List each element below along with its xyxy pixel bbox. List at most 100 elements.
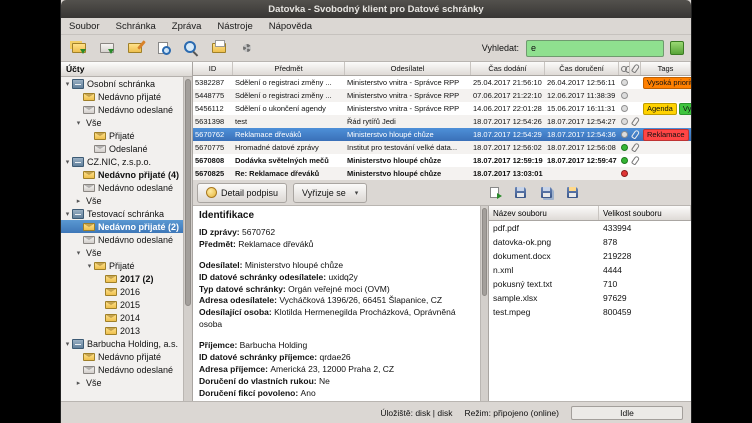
column-header-subject[interactable]: Předmět	[233, 62, 345, 75]
scrollbar-thumb[interactable]	[482, 208, 487, 296]
expander-open-icon[interactable]: ▾	[74, 119, 83, 127]
status-bar: Úložiště: disk | disk Režim: připojeno (…	[61, 401, 691, 423]
sync-all-accounts-button[interactable]	[66, 37, 91, 60]
save-attachment-button[interactable]	[509, 183, 531, 203]
compose-message-button[interactable]	[122, 37, 147, 60]
magnifier-icon	[184, 41, 198, 55]
expander-closed-icon[interactable]: ▸	[74, 379, 83, 387]
tree-item-nedavno-odeslane[interactable]: Nedávno odeslané	[61, 103, 183, 116]
tree-item-nedavno-odeslane[interactable]: Nedávno odeslané	[61, 363, 183, 376]
menu-item-nastroje[interactable]: Nástroje	[209, 18, 260, 34]
message-id: 5456112	[193, 102, 233, 115]
message-row[interactable]: 5382287Sdělení o registraci změny ...Min…	[193, 76, 691, 89]
tree-item-nedavno-odeslane[interactable]: Nedávno odeslané	[61, 233, 183, 246]
attachment-row[interactable]: test.mpeg800459	[489, 305, 691, 319]
expander-closed-icon[interactable]: ▸	[74, 197, 83, 205]
column-header-tags[interactable]: Tags	[641, 62, 691, 75]
clear-search-button[interactable]	[667, 39, 686, 58]
tree-item-odeslane[interactable]: Odeslané	[61, 142, 183, 155]
tree-item-nedavno-odeslane[interactable]: Nedávno odeslané	[61, 181, 183, 194]
attachment-size-column-header[interactable]: Velikost souboru	[599, 206, 691, 220]
expander-open-icon[interactable]: ▾	[63, 158, 72, 166]
download-messages-button[interactable]	[94, 37, 119, 60]
settings-button[interactable]	[234, 37, 259, 60]
menu-item-schranka[interactable]: Schránka	[108, 18, 164, 34]
inbox-icon	[83, 353, 95, 361]
detail-scrollbar[interactable]	[480, 206, 489, 401]
tree-item-nedavno-prijate[interactable]: Nedávno přijaté	[61, 350, 183, 363]
tree-item-2014[interactable]: 2014	[61, 311, 183, 324]
attachment-row[interactable]: sample.xlsx97629	[489, 291, 691, 305]
menu-item-soubor[interactable]: Soubor	[61, 18, 108, 34]
attachment-name-column-header[interactable]: Název souboru	[489, 206, 599, 220]
tree-item-vse[interactable]: ▾Vše	[61, 116, 183, 129]
tree-item-label: Testovací schránka	[87, 209, 164, 219]
column-header-id[interactable]: ID	[193, 62, 233, 75]
message-subject: test	[233, 115, 345, 128]
tree-item-nedavno-prijate-2[interactable]: Nedávno přijaté (2)	[61, 220, 183, 233]
expander-open-icon[interactable]: ▾	[63, 210, 72, 218]
menu-item-napoveda[interactable]: Nápověda	[261, 18, 320, 34]
verify-message-button[interactable]	[150, 37, 175, 60]
find-databox-button[interactable]	[206, 37, 231, 60]
signature-detail-button[interactable]: Detail podpisu	[197, 183, 287, 203]
delivery-time: 18.07.2017 13:03:01	[471, 167, 545, 180]
tree-item-2016[interactable]: 2016	[61, 285, 183, 298]
accounts-scrollbar[interactable]	[183, 77, 192, 401]
tree-item-2013[interactable]: 2013	[61, 324, 183, 337]
paperclip-icon	[631, 129, 640, 139]
acceptance-time: 18.07.2017 12:54:27	[545, 115, 619, 128]
search-input[interactable]	[526, 40, 664, 57]
column-header-read-status[interactable]	[619, 62, 630, 75]
expander-open-icon[interactable]: ▾	[63, 80, 72, 88]
message-row[interactable]: 5456112Sdělení o ukončení agendyMinister…	[193, 102, 691, 115]
processing-status-dropdown[interactable]: Vyřizuje se ▾	[293, 183, 367, 203]
tree-item-nedavno-prijate[interactable]: Nedávno přijaté	[61, 90, 183, 103]
message-row[interactable]: 5670808Dodávka světelných mečůMinisterst…	[193, 154, 691, 167]
expander-open-icon[interactable]: ▾	[74, 249, 83, 257]
attachment-row[interactable]: dokument.docx219228	[489, 249, 691, 263]
gray-status-dot-icon	[621, 118, 628, 125]
message-row[interactable]: 5448775Sdělení o registraci změny ...Min…	[193, 89, 691, 102]
attachment-row[interactable]: datovka-ok.png878	[489, 235, 691, 249]
save-all-attachments-button[interactable]	[535, 183, 557, 203]
expander-open-icon[interactable]: ▾	[63, 340, 72, 348]
column-header-sender[interactable]: Odesílatel	[345, 62, 471, 75]
tree-item-vse[interactable]: ▸Vše	[61, 194, 183, 207]
tree-item-barbucha-holding-a-s[interactable]: ▾Barbucha Holding, a.s.	[61, 337, 183, 350]
message-row[interactable]: 5670762Reklamace dřevákůMinisterstvo hlo…	[193, 128, 691, 141]
save-all-icon	[541, 187, 552, 198]
detail-label: Doručení do vlastních rukou:	[199, 376, 319, 386]
expander-open-icon[interactable]: ▾	[85, 262, 94, 270]
tree-item-2015[interactable]: 2015	[61, 298, 183, 311]
tree-item-prijate[interactable]: ▾Přijaté	[61, 259, 183, 272]
tree-item-osobni-schranka[interactable]: ▾Osobní schránka	[61, 77, 183, 90]
tree-item-vse[interactable]: ▸Vše	[61, 376, 183, 389]
message-subject: Sdělení o ukončení agendy	[233, 102, 345, 115]
open-attachment-button[interactable]	[483, 183, 505, 203]
tree-item-2017-2[interactable]: 2017 (2)	[61, 272, 183, 285]
attachment-row[interactable]: pokusný text.txt710	[489, 277, 691, 291]
attachments-header: Název souboru Velikost souboru	[489, 206, 691, 221]
tree-item-vse[interactable]: ▾Vše	[61, 246, 183, 259]
column-header-accepted[interactable]: Čas doručení	[545, 62, 619, 75]
search-message-button[interactable]	[178, 37, 203, 60]
save-selected-attachments-button[interactable]	[561, 183, 583, 203]
message-row[interactable]: 5631398testŘád rytířů Jedi18.07.2017 12:…	[193, 115, 691, 128]
column-header-delivered[interactable]: Čas dodání	[471, 62, 545, 75]
message-row[interactable]: 5670775Hromadné datové zprávyInstitut pr…	[193, 141, 691, 154]
message-row[interactable]: 5670825Re: Reklamace dřevákůMinisterstvo…	[193, 167, 691, 180]
title-bar[interactable]: Datovka - Svobodný klient pro Datové sch…	[61, 0, 691, 18]
tree-item-prijate[interactable]: Přijaté	[61, 129, 183, 142]
menu-item-zprava[interactable]: Zpráva	[164, 18, 210, 34]
tree-item-testovaci-schranka[interactable]: ▾ Testovací schránka	[61, 207, 183, 220]
detail-line: Příjemce: Barbucha Holding	[199, 340, 474, 352]
attachment-row[interactable]: n.xml4444	[489, 263, 691, 277]
attachment-row[interactable]: pdf.pdf433994	[489, 221, 691, 235]
read-status-cell	[619, 154, 630, 167]
tree-item-cz-nic-z-s-p-o[interactable]: ▾CZ.NIC, z.s.p.o.	[61, 155, 183, 168]
tree-item-nedavno-prijate-4[interactable]: Nedávno přijaté (4)	[61, 168, 183, 181]
scrollbar-thumb[interactable]	[185, 79, 191, 306]
column-header-attachment[interactable]	[630, 62, 641, 75]
message-sender: Ministerstvo vnitra - Správce RPP	[345, 102, 471, 115]
